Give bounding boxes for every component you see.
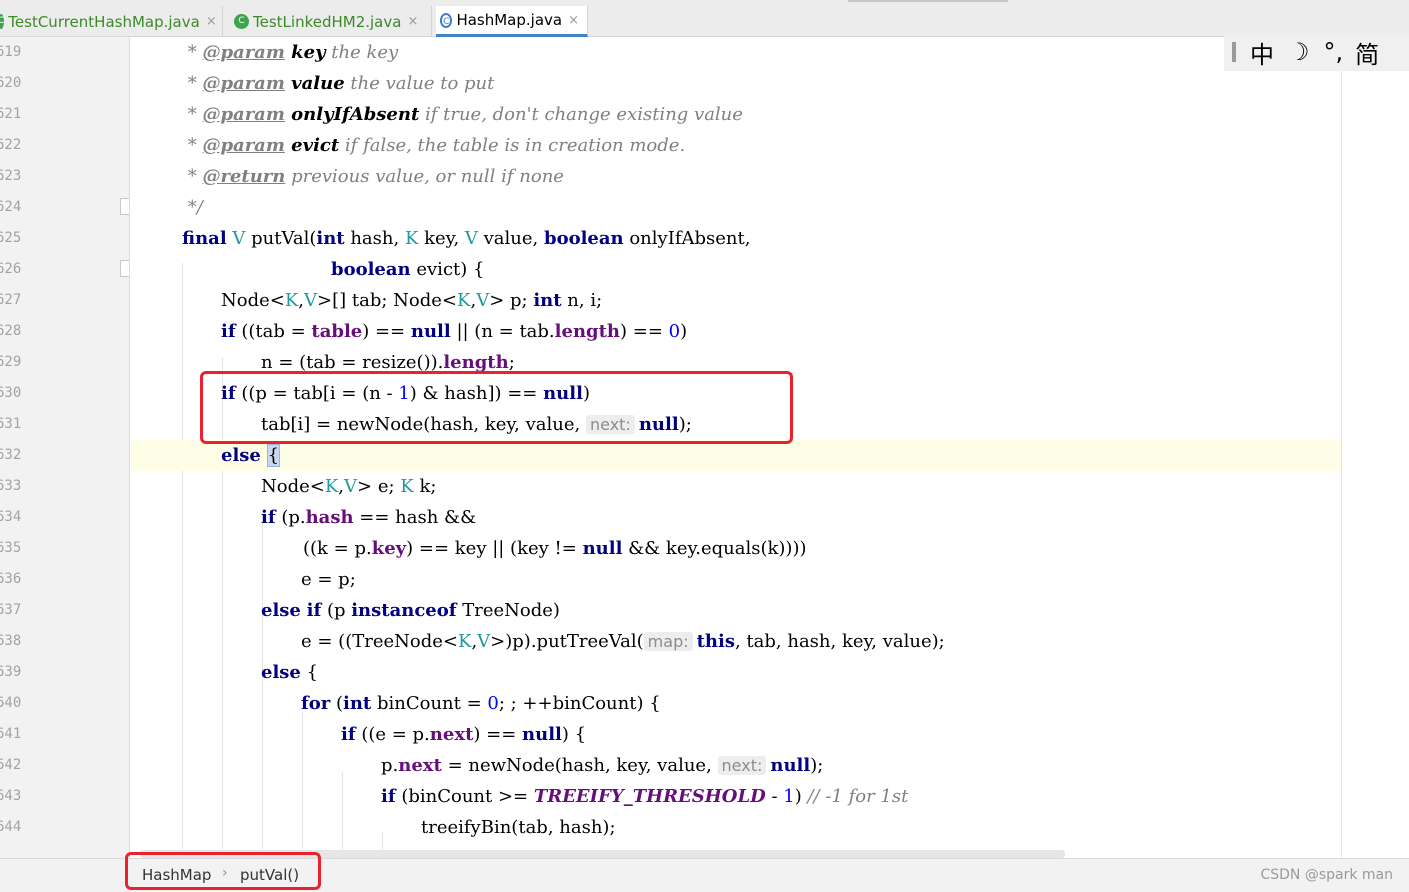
tab-label: HashMap.java <box>456 11 563 29</box>
code-line-638: e = ((TreeNode<K,V>)p).putTreeVal(map: th… <box>301 631 945 652</box>
line-number: 633 <box>0 478 22 494</box>
code-line-642: p.next = newNode(hash, key, value, next:… <box>381 755 824 776</box>
close-icon[interactable]: × <box>407 14 418 29</box>
line-number: 621 <box>0 106 22 122</box>
line-number: 635 <box>0 540 22 556</box>
editor-tab-bar: C TestCurrentHashMap.java × C TestLinked… <box>0 0 1409 37</box>
line-number: 632 <box>0 447 22 463</box>
line-number: 641 <box>0 726 22 742</box>
tab-label: TestLinkedHM2.java <box>253 12 402 31</box>
highlight-box-breadcrumb <box>125 852 321 890</box>
right-margin-line <box>1341 37 1342 858</box>
highlight-box-newnode <box>200 371 793 444</box>
close-icon[interactable]: × <box>206 14 217 29</box>
code-line-633: Node<K,V> e; K k; <box>261 476 437 497</box>
line-number: 619 <box>0 44 22 60</box>
code-line-621: * @param onlyIfAbsent if true, don't cha… <box>182 104 743 125</box>
code-line-619: * @param key the key <box>182 42 399 63</box>
code-line-624: */ <box>182 197 203 218</box>
line-number: 625 <box>0 230 22 246</box>
code-line-635: ((k = p.key) == key || (key != null && k… <box>303 538 807 559</box>
code-line-639: else { <box>261 662 319 683</box>
code-line-637: else if (p instanceof TreeNode) <box>261 600 560 621</box>
class-icon: C <box>440 12 453 28</box>
ime-toolbar: 中 ☽ °, 简 <box>1224 33 1409 71</box>
tab-testlinkedhm2[interactable]: C TestLinkedHM2.java × <box>230 6 432 37</box>
close-icon[interactable]: × <box>568 13 579 28</box>
line-number: 638 <box>0 633 22 649</box>
code-line-644: treeifyBin(tab, hash); <box>421 817 616 838</box>
code-line-634: if (p.hash == hash && <box>261 507 477 528</box>
code-line-640: for (int binCount = 0; ; ++binCount) { <box>301 693 661 714</box>
line-number-gutter: 619 620 621 622 623 624 625 626 627 628 629 630 631 6… <box>0 37 130 858</box>
class-icon: C <box>234 14 249 29</box>
line-number: 636 <box>0 571 22 587</box>
code-line-626: boolean evict) { <box>331 259 485 280</box>
parameter-hint: map: <box>643 632 693 651</box>
line-number: 639 <box>0 664 22 680</box>
code-line-643: if (binCount >= TREEIFY_THRESHOLD - 1) /… <box>381 786 909 807</box>
line-number: 629 <box>0 354 22 370</box>
tab-scroll-strip <box>848 0 1008 2</box>
line-number: 628 <box>0 323 22 339</box>
line-number: 626 <box>0 261 22 277</box>
fold-marker-icon[interactable] <box>120 198 129 215</box>
code-line-620: * @param value the value to put <box>182 73 495 94</box>
code-line-636: e = p; <box>301 569 356 590</box>
line-number: 627 <box>0 292 22 308</box>
code-line-628: if ((tab = table) == null || (n = tab.le… <box>221 321 688 342</box>
line-number: 622 <box>0 137 22 153</box>
ime-chinese-mode[interactable]: 中 <box>1250 35 1274 70</box>
ime-simplified[interactable]: 简 <box>1355 35 1379 70</box>
line-number: 637 <box>0 602 22 618</box>
line-number: 620 <box>0 75 22 91</box>
code-editor[interactable]: * @param key the key * @param value the … <box>131 37 1341 858</box>
ime-punctuation[interactable]: °, <box>1324 38 1344 66</box>
matched-brace: { <box>266 444 281 467</box>
line-number: 634 <box>0 509 22 525</box>
watermark: CSDN @spark man <box>1260 867 1393 883</box>
drag-handle-icon[interactable] <box>1232 42 1236 62</box>
line-number: 631 <box>0 416 22 432</box>
line-number: 644 <box>0 819 22 835</box>
line-number: 642 <box>0 757 22 773</box>
line-number: 624 <box>0 199 22 215</box>
code-line-623: * @return previous value, or null if non… <box>182 166 564 187</box>
line-number: 640 <box>0 695 22 711</box>
fold-marker-icon[interactable] <box>120 260 129 277</box>
tab-testcurrenthashmap[interactable]: C TestCurrentHashMap.java × <box>0 6 223 37</box>
class-icon: C <box>0 14 5 29</box>
code-line-641: if ((e = p.next) == null) { <box>341 724 587 745</box>
line-number: 630 <box>0 385 22 401</box>
line-number: 643 <box>0 788 22 804</box>
code-line-622: * @param evict if false, the table is in… <box>182 135 686 156</box>
code-line-625: final V putVal(int hash, K key, V value,… <box>182 228 751 249</box>
tab-label: TestCurrentHashMap.java <box>8 12 200 31</box>
tab-hashmap[interactable]: C HashMap.java × <box>436 6 588 37</box>
line-number: 623 <box>0 168 22 184</box>
code-line-632: else { <box>131 440 1341 471</box>
moon-icon[interactable]: ☽ <box>1288 38 1310 66</box>
code-line-627: Node<K,V>[] tab; Node<K,V> p; int n, i; <box>221 290 603 311</box>
parameter-hint: next: <box>717 756 767 775</box>
